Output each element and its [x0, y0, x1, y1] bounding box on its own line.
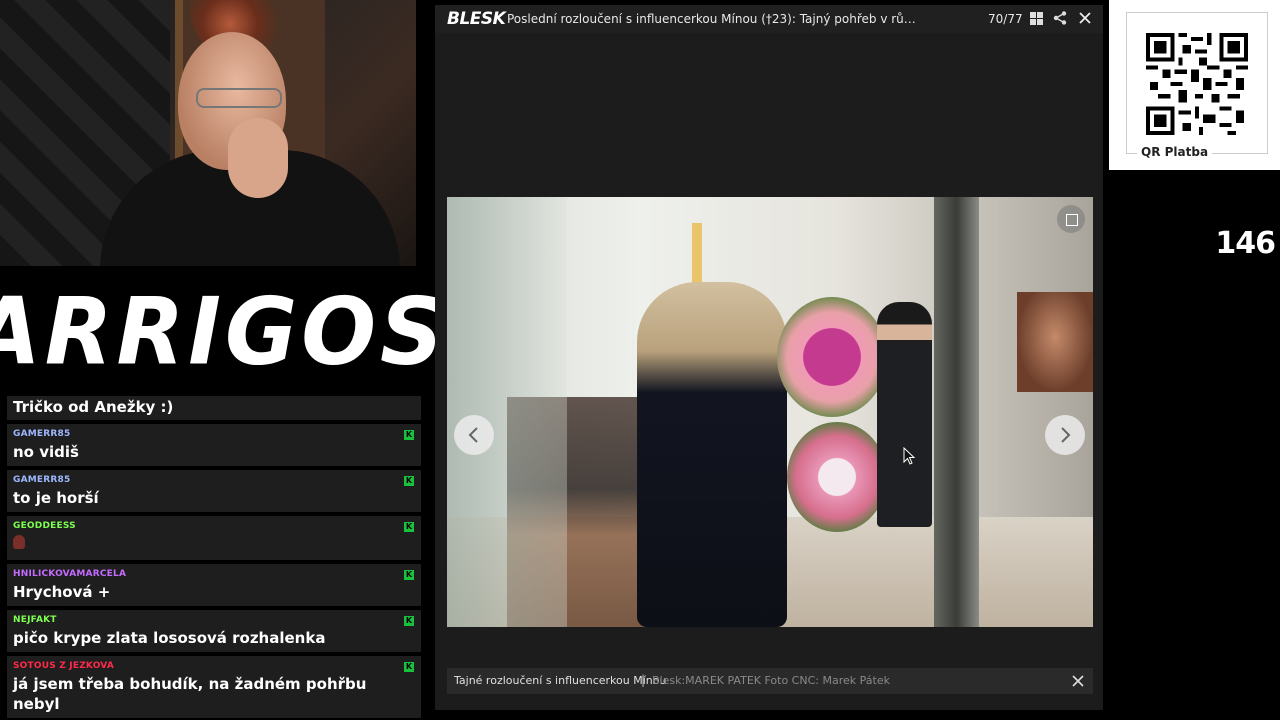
kick-badge-icon: K: [404, 476, 414, 486]
chat-panel: Tričko od Anežky :) GAMERR85 K no vidiš …: [7, 396, 421, 718]
chat-message-text: no vidiš: [13, 443, 79, 461]
photo-pillar: [934, 197, 979, 627]
gallery-title: Poslední rozloučení s influencerkou Míno…: [507, 12, 917, 26]
chat-message: NEJFAKT K pičo krype zlata lososová rozh…: [7, 610, 421, 652]
chat-message-text: Tričko od Anežky :): [13, 398, 174, 416]
photo-guard: [877, 302, 932, 527]
photo-wreath: [777, 297, 887, 417]
chat-message: Tričko od Anežky :): [7, 396, 421, 420]
chat-message-text: já jsem třeba bohudík, na žadném pohřbu …: [13, 675, 367, 713]
qr-payment-panel: QR Platba: [1109, 0, 1280, 170]
kick-badge-icon: K: [404, 570, 414, 580]
chat-message: GAMERR85 K no vidiš: [7, 424, 421, 466]
chat-message-text: pičo krype zlata lososová rozhalenka: [13, 629, 326, 647]
photo-wreath: [787, 422, 887, 532]
kick-badge-icon: K: [404, 522, 414, 532]
photo-glass-door: [447, 197, 567, 627]
blesk-logo[interactable]: BLESK: [447, 9, 506, 29]
glasses: [196, 88, 282, 108]
emote-icon: [13, 535, 25, 549]
chat-username[interactable]: HNILICKOVAMARCELA: [13, 569, 415, 580]
kick-badge-icon: K: [404, 662, 414, 672]
gallery-topbar: BLESK Poslední rozloučení s influencerko…: [435, 5, 1103, 33]
chat-username[interactable]: GEODDEESS: [13, 521, 415, 532]
chat-message: HNILICKOVAMARCELA K Hrychová +: [7, 564, 421, 606]
qr-code-icon[interactable]: [1146, 33, 1248, 135]
viewer-count: 146: [1215, 226, 1276, 261]
chevron-left-icon: [468, 427, 478, 443]
chat-username[interactable]: GAMERR85: [13, 475, 415, 486]
gallery-viewer: BLESK Poslední rozloučení s influencerko…: [435, 5, 1103, 710]
kick-badge-icon: K: [404, 616, 414, 626]
chat-username[interactable]: NEJFAKT: [13, 615, 415, 626]
chat-message: SOTOUS Z JEZKOVA K já jsem třeba bohudík…: [7, 656, 421, 718]
kick-badge-icon: K: [404, 430, 414, 440]
chevron-right-icon: [1061, 427, 1071, 443]
webcam-feed: [0, 0, 416, 266]
close-caption-icon[interactable]: [1071, 673, 1085, 687]
photo-counter: 70/77: [988, 12, 1023, 26]
chat-message: GEODDEESS K: [7, 516, 421, 560]
expand-icon[interactable]: [1057, 205, 1085, 233]
chat-username[interactable]: GAMERR85: [13, 429, 415, 440]
photo-caption-bar: Tajné rozloučení s influencerkou Mínou |…: [447, 668, 1093, 694]
qr-payment-label: QR Platba: [1137, 145, 1213, 159]
streamer-hand: [228, 118, 288, 198]
chat-message-text: to je horší: [13, 489, 99, 507]
photo-mourner: [637, 282, 787, 627]
caption-separator: |: [641, 673, 646, 687]
photo-credit: Blesk:MAREK PATEK Foto CNC: Marek Pátek: [652, 674, 890, 687]
chat-username[interactable]: SOTOUS Z JEZKOVA: [13, 661, 415, 672]
channel-logo-text: ARRIGOS: [0, 276, 448, 386]
qr-frame: [1126, 12, 1268, 154]
share-icon[interactable]: [1052, 10, 1068, 26]
chat-message: GAMERR85 K to je horší: [7, 470, 421, 512]
chat-message-text: Hrychová +: [13, 583, 111, 601]
grid-icon[interactable]: [1030, 12, 1043, 25]
previous-photo-button[interactable]: [454, 415, 494, 455]
photo-caption: Tajné rozloučení s influencerkou Mínou: [454, 674, 667, 687]
mouse-cursor-icon: [903, 447, 915, 465]
gallery-photo[interactable]: [447, 197, 1093, 627]
photo-portrait: [1017, 292, 1093, 392]
next-photo-button[interactable]: [1045, 415, 1085, 455]
close-icon[interactable]: [1077, 10, 1093, 26]
channel-logo: ARRIGOS: [0, 266, 443, 396]
